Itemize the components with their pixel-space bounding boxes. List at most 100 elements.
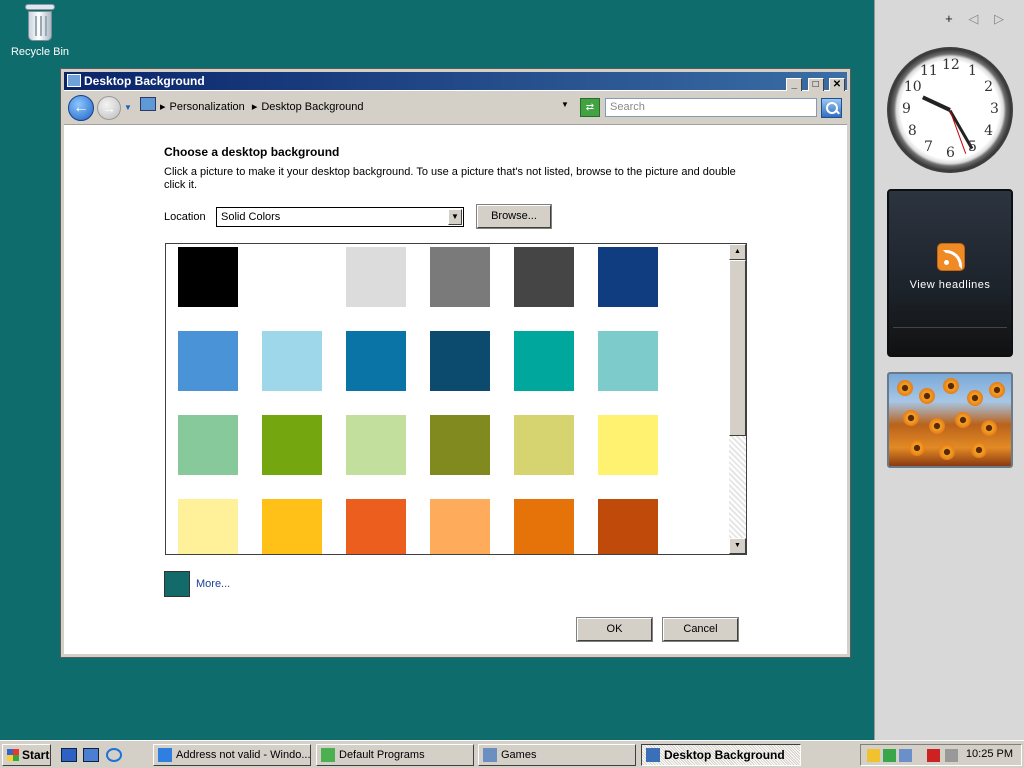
- ok-button[interactable]: OK: [577, 618, 652, 641]
- scroll-up-button[interactable]: ▲: [729, 244, 746, 260]
- color-swatch[interactable]: [262, 499, 322, 554]
- taskbar-button-label: Desktop Background: [664, 748, 785, 762]
- color-swatch[interactable]: [430, 499, 490, 554]
- color-swatch[interactable]: [262, 415, 322, 475]
- taskbar-button[interactable]: Default Programs: [316, 744, 474, 766]
- color-swatch[interactable]: [514, 247, 574, 307]
- network-icon[interactable]: [899, 749, 912, 762]
- scrollbar[interactable]: ▲ ▼: [729, 244, 746, 554]
- slideshow-gadget[interactable]: [887, 372, 1013, 468]
- switch-windows-icon[interactable]: [83, 748, 99, 762]
- more-colors-link[interactable]: More...: [196, 578, 230, 590]
- back-button[interactable]: ←: [68, 95, 94, 121]
- clock-number: 9: [902, 101, 911, 117]
- more-color-swatch[interactable]: [164, 571, 190, 597]
- breadcrumb-desktop-background[interactable]: Desktop Background: [261, 101, 363, 113]
- personalization-icon: [646, 748, 660, 762]
- color-swatch[interactable]: [346, 331, 406, 391]
- minimize-button[interactable]: _: [786, 78, 803, 92]
- color-swatch[interactable]: [598, 499, 658, 554]
- add-gadget-icon[interactable]: +: [945, 11, 959, 26]
- maximize-button[interactable]: □: [807, 78, 824, 92]
- color-swatch[interactable]: [598, 415, 658, 475]
- color-swatch[interactable]: [346, 499, 406, 554]
- browse-button[interactable]: Browse...: [477, 205, 551, 228]
- color-swatch[interactable]: [346, 247, 406, 307]
- color-swatch[interactable]: [598, 247, 658, 307]
- location-value: Solid Colors: [221, 211, 281, 223]
- desktop-background-window: Desktop Background _ □ ✕ ← → ▼ ▸ Personal…: [60, 68, 851, 658]
- clock-number: 7: [924, 139, 933, 156]
- internet-explorer-icon[interactable]: [106, 748, 122, 762]
- location-select[interactable]: Solid Colors ▼: [216, 207, 464, 227]
- color-swatch[interactable]: [514, 499, 574, 554]
- clock-number: 2: [984, 79, 994, 95]
- color-swatch[interactable]: [346, 415, 406, 475]
- title-bar[interactable]: Desktop Background _ □ ✕: [64, 72, 847, 92]
- clock-number: 4: [984, 123, 994, 139]
- color-swatch[interactable]: [178, 499, 238, 554]
- view-headlines-label: View headlines: [909, 279, 991, 291]
- clock-gadget[interactable]: 12 1 2 3 4 5 6 7 8 9 10 11: [887, 47, 1013, 173]
- taskbar-button[interactable]: Games: [478, 744, 636, 766]
- color-swatch[interactable]: [430, 415, 490, 475]
- clock-number: 1: [968, 62, 977, 79]
- recycle-bin-icon: [25, 2, 55, 42]
- recycle-bin-label: Recycle Bin: [10, 46, 70, 58]
- windows-logo-icon: [7, 749, 19, 761]
- security-icon[interactable]: [867, 749, 880, 762]
- scroll-down-button[interactable]: ▼: [729, 538, 746, 554]
- forward-button[interactable]: →: [97, 96, 121, 120]
- feed-headlines-gadget[interactable]: View headlines: [887, 189, 1013, 357]
- color-swatch[interactable]: [430, 331, 490, 391]
- color-swatch[interactable]: [178, 247, 238, 307]
- search-button[interactable]: [821, 98, 842, 118]
- color-swatch[interactable]: [598, 331, 658, 391]
- volume-muted-icon[interactable]: [945, 749, 958, 762]
- clock-time[interactable]: 10:25 PM: [966, 748, 1013, 760]
- network-disconnected-icon[interactable]: [927, 749, 940, 762]
- clock-number: 12: [942, 57, 960, 73]
- control-panel-icon: [140, 97, 156, 111]
- scroll-thumb[interactable]: [729, 260, 746, 436]
- color-swatch[interactable]: [514, 331, 574, 391]
- color-swatch[interactable]: [178, 331, 238, 391]
- taskbar-button[interactable]: Desktop Background: [641, 744, 801, 766]
- next-gadget-icon[interactable]: ▷: [994, 11, 1010, 26]
- games-icon: [483, 748, 497, 762]
- color-swatch[interactable]: [178, 415, 238, 475]
- page-heading: Choose a desktop background: [164, 145, 340, 159]
- default-programs-icon: [321, 748, 335, 762]
- taskbar-button-label: Address not valid - Windo...: [176, 749, 311, 761]
- hour-hand: [921, 95, 951, 112]
- update-icon[interactable]: [883, 749, 896, 762]
- refresh-button[interactable]: ⇄: [580, 98, 600, 117]
- recycle-bin[interactable]: Recycle Bin: [8, 2, 72, 58]
- prev-gadget-icon[interactable]: ◁: [968, 11, 984, 26]
- cancel-button[interactable]: Cancel: [663, 618, 738, 641]
- chevron-down-icon[interactable]: ▼: [448, 209, 462, 225]
- color-swatch[interactable]: [262, 247, 322, 307]
- close-button[interactable]: ✕: [829, 78, 845, 92]
- personalization-icon: [67, 74, 81, 87]
- ie-icon: [158, 748, 172, 762]
- color-swatch[interactable]: [514, 415, 574, 475]
- clock-number: 8: [907, 123, 917, 139]
- show-desktop-icon[interactable]: [61, 748, 77, 762]
- start-button[interactable]: Start: [2, 744, 51, 766]
- color-swatch[interactable]: [430, 247, 490, 307]
- clock-number: 11: [920, 62, 938, 79]
- rss-icon: [937, 243, 965, 271]
- clock-number: 10: [903, 79, 922, 95]
- breadcrumb-personalization[interactable]: Personalization: [170, 101, 245, 113]
- recent-pages-dropdown[interactable]: ▼: [124, 103, 132, 112]
- breadcrumb: ▸ Personalization ▸ Desktop Background: [160, 101, 364, 113]
- location-label: Location: [164, 211, 206, 223]
- search-input[interactable]: Search: [605, 98, 817, 117]
- taskbar-button[interactable]: Address not valid - Windo...: [153, 744, 311, 766]
- taskbar-button-label: Default Programs: [339, 749, 425, 761]
- address-dropdown[interactable]: ▼: [561, 100, 569, 109]
- color-swatch[interactable]: [262, 331, 322, 391]
- system-tray: 10:25 PM: [860, 744, 1022, 766]
- sidebar-tools: + ◁ ▷: [945, 11, 1010, 27]
